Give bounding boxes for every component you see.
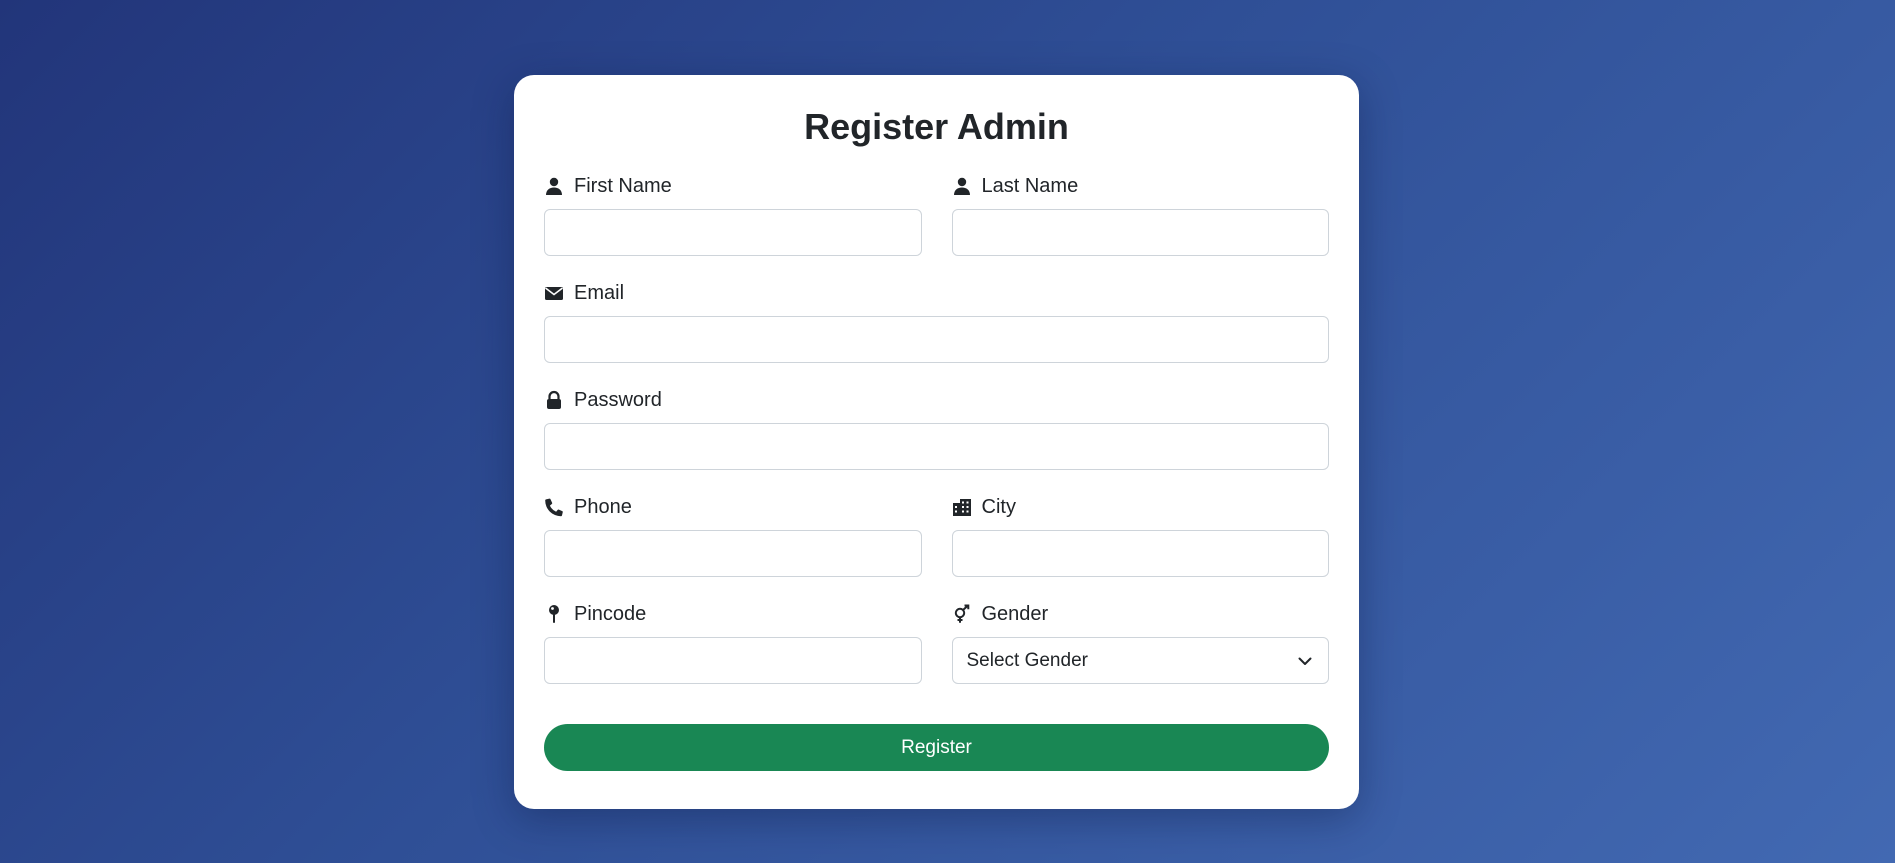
chevron-down-icon <box>1296 652 1314 670</box>
user-icon <box>952 176 972 196</box>
page-title: Register Admin <box>804 106 1069 147</box>
user-icon <box>544 176 564 196</box>
first-name-label-text: First Name <box>574 174 672 197</box>
phone-input[interactable] <box>544 530 922 577</box>
city-input[interactable] <box>951 530 1329 577</box>
pincode-label-text: Pincode <box>574 602 647 625</box>
last-name-input[interactable] <box>951 209 1329 256</box>
phone-label-text: Phone <box>574 495 632 518</box>
email-group: Email <box>544 279 1329 363</box>
lock-icon <box>544 390 564 410</box>
location-gender-row: Pincode Gender Select Gender <box>544 600 1329 684</box>
last-name-group: Last Name <box>951 172 1330 256</box>
gender-label-text: Gender <box>981 602 1049 625</box>
contact-row: Phone City <box>544 493 1329 577</box>
name-row: First Name Last Name <box>544 172 1329 256</box>
password-label-text: Password <box>574 388 662 411</box>
password-input[interactable] <box>544 423 1329 470</box>
city-label-text: City <box>981 495 1016 518</box>
register-button[interactable]: Register <box>544 724 1329 771</box>
phone-group: Phone <box>544 493 922 577</box>
last-name-label-text: Last Name <box>981 174 1079 197</box>
first-name-label: First Name <box>544 172 922 200</box>
email-label-text: Email <box>574 281 625 304</box>
phone-label: Phone <box>544 493 922 521</box>
phone-icon <box>544 497 564 517</box>
password-group: Password <box>544 386 1329 470</box>
first-name-input[interactable] <box>544 209 922 256</box>
email-input[interactable] <box>544 316 1329 363</box>
password-label: Password <box>544 386 1329 414</box>
gender-label: Gender <box>952 600 1330 628</box>
venus-mars-icon <box>952 604 972 624</box>
register-card: Register Admin First Name Last Name Emai… <box>514 75 1359 809</box>
gender-select[interactable]: Select Gender <box>951 637 1329 684</box>
last-name-label: Last Name <box>952 172 1330 200</box>
pincode-label: Pincode <box>544 600 922 628</box>
envelope-icon <box>544 283 564 303</box>
city-group: City <box>951 493 1330 577</box>
gender-select-value: Select Gender <box>966 649 1088 671</box>
gender-group: Gender Select Gender <box>951 600 1330 684</box>
pincode-input[interactable] <box>544 637 922 684</box>
map-pin-icon <box>544 604 564 624</box>
first-name-group: First Name <box>544 172 922 256</box>
pincode-group: Pincode <box>544 600 922 684</box>
city-label: City <box>952 493 1330 521</box>
email-label: Email <box>544 279 1329 307</box>
city-icon <box>952 497 972 517</box>
